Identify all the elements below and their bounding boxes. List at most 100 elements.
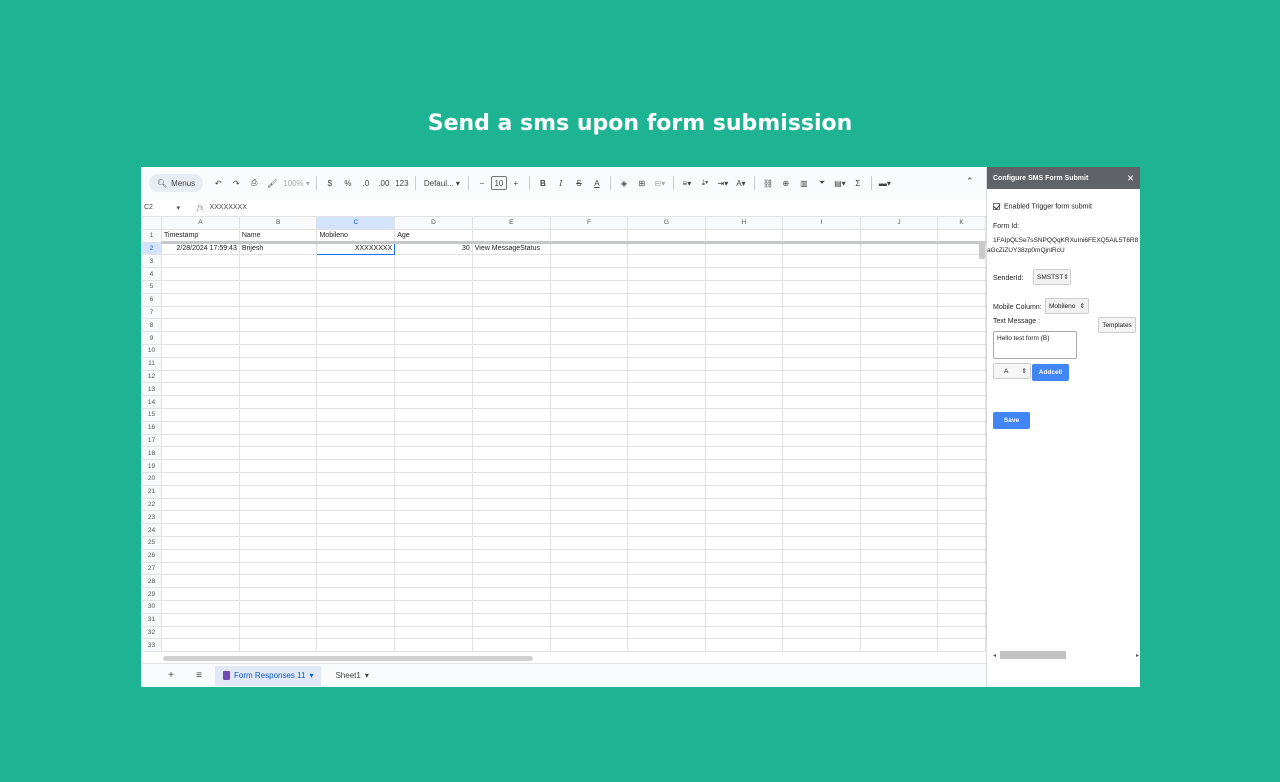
- cell[interactable]: [782, 510, 861, 525]
- cell[interactable]: [859, 318, 939, 333]
- cell[interactable]: [160, 382, 240, 397]
- cell[interactable]: [471, 561, 551, 576]
- cell[interactable]: [937, 343, 986, 358]
- row-header[interactable]: 8: [141, 318, 162, 333]
- formula-input[interactable]: XXXXXXXX: [210, 204, 247, 211]
- cell[interactable]: [627, 241, 706, 256]
- borders-icon[interactable]: ⊞: [635, 175, 649, 191]
- cell[interactable]: [160, 497, 240, 512]
- cell[interactable]: [704, 433, 784, 448]
- cell[interactable]: [471, 420, 551, 435]
- select-all-corner[interactable]: [141, 216, 162, 230]
- cell[interactable]: Name: [238, 228, 318, 244]
- cell[interactable]: [627, 395, 706, 409]
- cell[interactable]: [627, 535, 706, 550]
- cell[interactable]: [937, 574, 986, 589]
- cell[interactable]: [471, 356, 551, 371]
- cell[interactable]: [704, 407, 784, 422]
- cell[interactable]: [316, 382, 396, 397]
- cell[interactable]: [549, 638, 629, 653]
- scroll-left-icon[interactable]: ◂: [993, 652, 996, 659]
- mobile-column-select[interactable]: Mobileno ⇕: [1045, 298, 1089, 314]
- cell[interactable]: [704, 267, 784, 281]
- cell[interactable]: [627, 279, 706, 294]
- cell[interactable]: [316, 305, 396, 320]
- cell[interactable]: [238, 625, 318, 640]
- cell[interactable]: [704, 587, 784, 601]
- cell[interactable]: [627, 305, 706, 320]
- cell[interactable]: [704, 356, 784, 371]
- cell[interactable]: [859, 331, 939, 345]
- cell[interactable]: [471, 267, 551, 281]
- column-header[interactable]: F: [549, 216, 629, 230]
- row-header[interactable]: 26: [141, 548, 162, 563]
- cell[interactable]: [782, 395, 861, 409]
- link-icon[interactable]: ⛓: [761, 175, 775, 191]
- panel-horizontal-scrollbar[interactable]: ◂ ▸: [993, 651, 1139, 659]
- column-header[interactable]: D: [394, 216, 473, 230]
- cell[interactable]: [782, 305, 861, 320]
- cell[interactable]: [394, 395, 473, 409]
- cell[interactable]: [471, 395, 551, 409]
- cell[interactable]: [627, 318, 706, 333]
- cell[interactable]: [160, 369, 240, 384]
- cell[interactable]: [859, 395, 939, 409]
- cell[interactable]: [471, 497, 551, 512]
- cell[interactable]: [859, 446, 939, 461]
- cell[interactable]: [238, 254, 318, 269]
- cell[interactable]: [782, 497, 861, 512]
- cell[interactable]: [704, 305, 784, 320]
- cell[interactable]: [937, 267, 986, 281]
- row-header[interactable]: 7: [141, 305, 162, 320]
- cell[interactable]: [859, 497, 939, 512]
- cell[interactable]: [549, 446, 629, 461]
- cell[interactable]: Timestamp: [160, 228, 240, 244]
- strikethrough-button[interactable]: S: [572, 175, 586, 191]
- cell[interactable]: [704, 638, 784, 653]
- cell[interactable]: [316, 420, 396, 435]
- cell[interactable]: [549, 407, 629, 422]
- cell[interactable]: [627, 471, 706, 486]
- cell[interactable]: [627, 574, 706, 589]
- row-header[interactable]: 4: [141, 267, 162, 281]
- cell[interactable]: [859, 292, 939, 307]
- spreadsheet-grid[interactable]: ABCDEFGHIJK 1 Timestamp Name Mobileno Age 2 2/…: [141, 216, 986, 656]
- cell[interactable]: [160, 510, 240, 525]
- menus-search[interactable]: 🔍︎ Menus: [149, 174, 204, 192]
- cell[interactable]: [549, 228, 629, 244]
- cell[interactable]: [937, 318, 986, 333]
- cell[interactable]: [859, 599, 939, 614]
- column-header[interactable]: B: [238, 216, 318, 230]
- fill-color-icon[interactable]: ◈: [617, 175, 631, 191]
- number-format-button[interactable]: 123: [395, 175, 409, 191]
- cell[interactable]: [627, 292, 706, 307]
- cell[interactable]: [782, 612, 861, 627]
- cell[interactable]: [937, 497, 986, 512]
- cell[interactable]: [782, 638, 861, 653]
- cell[interactable]: [394, 433, 473, 448]
- cell[interactable]: [549, 459, 629, 473]
- cell[interactable]: [238, 343, 318, 358]
- cell[interactable]: [316, 343, 396, 358]
- row-header[interactable]: 24: [141, 523, 162, 537]
- row-header[interactable]: 32: [141, 625, 162, 640]
- cell[interactable]: [782, 446, 861, 461]
- cell[interactable]: [549, 279, 629, 294]
- cell[interactable]: [316, 459, 396, 473]
- cell[interactable]: [627, 420, 706, 435]
- cell[interactable]: [704, 343, 784, 358]
- cell[interactable]: [394, 369, 473, 384]
- cell[interactable]: [704, 382, 784, 397]
- cell[interactable]: [859, 459, 939, 473]
- column-header[interactable]: K: [937, 216, 986, 230]
- cell[interactable]: [238, 587, 318, 601]
- cell[interactable]: [937, 305, 986, 320]
- cell[interactable]: [471, 318, 551, 333]
- cell[interactable]: [471, 279, 551, 294]
- cell[interactable]: [238, 382, 318, 397]
- cell[interactable]: [471, 510, 551, 525]
- cell[interactable]: [238, 279, 318, 294]
- column-header[interactable]: G: [627, 216, 706, 230]
- cell[interactable]: [549, 587, 629, 601]
- cell[interactable]: [782, 228, 861, 244]
